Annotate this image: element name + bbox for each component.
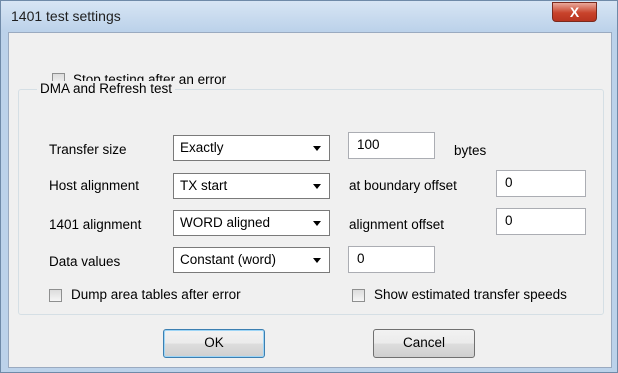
window-title: 1401 test settings [11, 8, 121, 24]
alignment-1401-label: 1401 alignment [49, 217, 142, 232]
alignment-offset-input[interactable]: 0 [496, 208, 586, 235]
dma-refresh-group-caption: DMA and Refresh test [37, 81, 176, 96]
host-alignment-selected: TX start [180, 178, 228, 193]
ok-button[interactable]: OK [163, 329, 265, 358]
host-alignment-label: Host alignment [49, 178, 140, 193]
alignment-offset-label: alignment offset [349, 217, 445, 232]
host-offset-value: 0 [505, 175, 513, 190]
dump-tables-checkbox[interactable] [49, 289, 62, 302]
dialog-window: 1401 test settings X Stop testing after … [0, 0, 618, 373]
host-alignment-select[interactable]: TX start [173, 173, 330, 199]
cancel-button[interactable]: Cancel [373, 329, 475, 358]
title-bar[interactable]: 1401 test settings X [1, 1, 617, 31]
data-values-selected: Constant (word) [180, 252, 277, 267]
transfer-size-label: Transfer size [49, 142, 127, 157]
alignment-1401-selected: WORD aligned [180, 215, 271, 230]
show-speeds-checkbox[interactable] [352, 289, 365, 302]
data-values-value: 0 [357, 251, 365, 266]
chevron-down-icon [313, 184, 321, 189]
data-values-label: Data values [49, 254, 121, 269]
dump-tables-label[interactable]: Dump area tables after error [71, 287, 241, 302]
close-icon: X [569, 4, 580, 20]
host-offset-label: at boundary offset [349, 178, 457, 193]
transfer-size-input[interactable]: 100 [348, 132, 435, 159]
transfer-size-select[interactable]: Exactly [173, 135, 330, 161]
dma-refresh-group [18, 89, 604, 315]
transfer-size-unit: bytes [454, 143, 487, 158]
data-values-select[interactable]: Constant (word) [173, 247, 330, 273]
alignment-1401-select[interactable]: WORD aligned [173, 210, 330, 236]
close-button[interactable]: X [552, 2, 597, 22]
data-values-input[interactable]: 0 [348, 246, 435, 273]
transfer-size-value: 100 [357, 137, 380, 152]
host-offset-input[interactable]: 0 [496, 170, 586, 197]
chevron-down-icon [313, 146, 321, 151]
alignment-offset-value: 0 [505, 213, 513, 228]
chevron-down-icon [313, 258, 321, 263]
chevron-down-icon [313, 221, 321, 226]
transfer-size-selected: Exactly [180, 140, 224, 155]
show-speeds-label[interactable]: Show estimated transfer speeds [374, 287, 567, 302]
